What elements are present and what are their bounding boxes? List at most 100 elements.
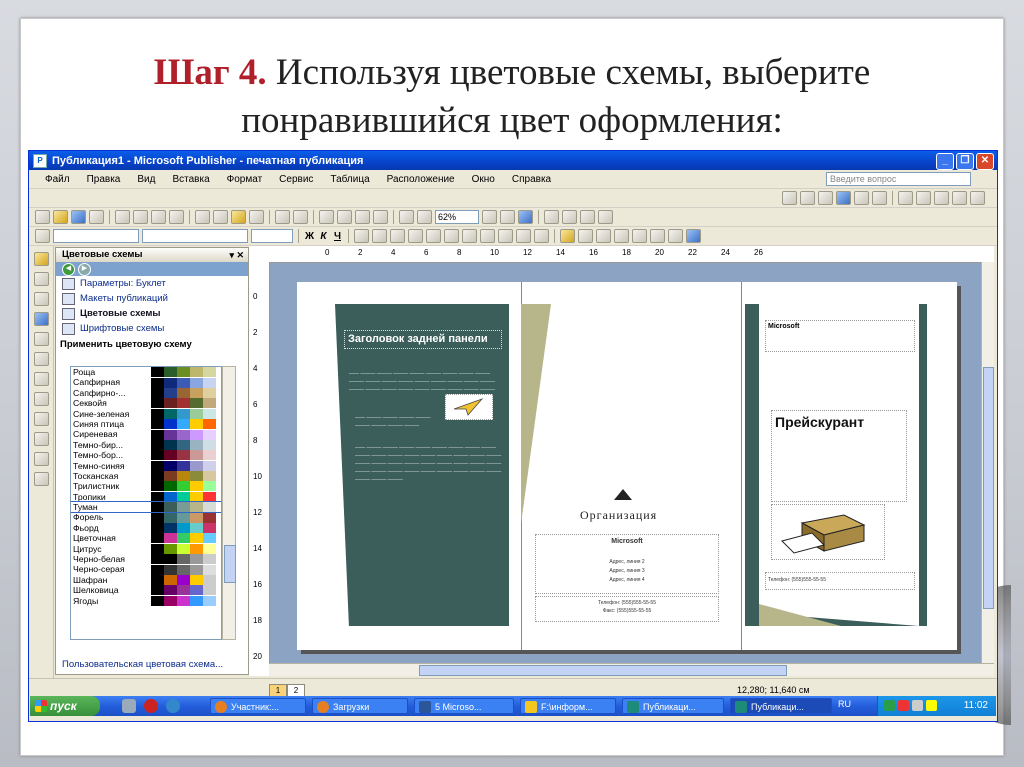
desktop-icon[interactable] [122,699,136,713]
styles-icon[interactable] [35,229,50,243]
menu-item-8[interactable]: Окно [472,174,495,185]
send-back-icon[interactable] [337,210,352,224]
color-scheme-item[interactable]: Ягоды [71,596,221,606]
picture-tool-icon[interactable] [33,332,49,346]
select-tool-icon[interactable] [33,252,49,266]
scheme-list-scrollbar[interactable] [222,366,236,640]
menu-item-9[interactable]: Справка [512,174,551,185]
color-scheme-item[interactable]: Сапфирно-... [71,388,221,398]
menu-item-4[interactable]: Формат [227,174,263,185]
font-color-icon[interactable] [872,191,887,205]
horizontal-scrollbar[interactable] [269,663,994,676]
menu-item-5[interactable]: Сервис [279,174,313,185]
unlink-icon[interactable] [562,210,577,224]
network-icon[interactable] [884,700,895,711]
pane-link-1[interactable]: Макеты публикаций [56,291,248,306]
text-color-icon[interactable] [596,229,611,243]
task-publisher-2[interactable]: Публикаци... [730,698,832,714]
help-search-input[interactable]: Введите вопрос [826,172,971,186]
back-icon[interactable]: ◀ [62,262,75,276]
color-scheme-item[interactable]: Секвойя [71,398,221,409]
help-icon[interactable] [518,210,533,224]
contact-frame[interactable]: Телефон: (555)555-55-55 Факс: (555)555-5… [535,596,719,622]
open-icon[interactable] [53,210,68,224]
color-scheme-item[interactable]: Цитрус [71,544,221,554]
color-scheme-item[interactable]: Темно-синяя [71,461,221,471]
volume-icon[interactable] [912,700,923,711]
arrow-tool-icon[interactable] [33,372,49,386]
cut-icon[interactable] [195,210,210,224]
task-word[interactable]: 5 Microso... [414,698,514,714]
task-firefox-2[interactable]: Загрузки [312,698,408,714]
copy-icon[interactable] [213,210,228,224]
back-panel-title[interactable]: Заголовок задней панели [344,330,502,349]
research-icon[interactable] [169,210,184,224]
justify-icon[interactable] [408,229,423,243]
color-scheme-item[interactable]: Темно-бор... [71,450,221,461]
shadow-style-icon[interactable] [668,229,683,243]
zoom-in-icon[interactable] [500,210,515,224]
line-style-icon[interactable] [898,191,913,205]
minimize-button[interactable]: _ [936,153,954,170]
distribute-icon[interactable] [426,229,441,243]
preview-icon[interactable] [133,210,148,224]
menu-item-6[interactable]: Таблица [330,174,369,185]
new-icon[interactable] [35,210,50,224]
front-org-frame[interactable]: Microsoft [765,320,915,352]
print-icon[interactable] [115,210,130,224]
organization-name[interactable]: Организация [580,508,657,523]
menu-item-0[interactable]: Файл [45,174,70,185]
antivirus-icon[interactable] [898,700,909,711]
color-scheme-item[interactable]: Черно-белая [71,554,221,565]
color-scheme-item[interactable]: Шелковица [71,585,221,596]
color-scheme-item[interactable]: Тосканская [71,471,221,482]
color-scheme-item[interactable]: Цветочная [71,533,221,544]
bring-front-icon[interactable] [319,210,334,224]
task-pane-close-icon[interactable]: ▾ ✕ [229,248,244,262]
numbering-icon[interactable] [444,229,459,243]
decrease-indent-icon[interactable] [480,229,495,243]
line-color-icon[interactable] [854,191,869,205]
text-tool-icon[interactable] [33,272,49,286]
color-scheme-item[interactable]: Синяя птица [71,419,221,430]
pilcrow-icon[interactable] [417,210,432,224]
menu-item-2[interactable]: Вид [137,174,155,185]
fill-icon[interactable] [836,191,851,205]
pane-link-2[interactable]: Цветовые схемы [56,306,248,321]
back-panel-text[interactable]: —— ——— ——— ——— ——— ——— ——— ——— ——— ——— —… [349,370,499,394]
save-icon[interactable] [71,210,86,224]
color-scheme-item[interactable]: Трилистник [71,481,221,492]
menu-item-1[interactable]: Правка [87,174,121,185]
undo-icon[interactable] [275,210,290,224]
columns-icon[interactable] [399,210,414,224]
menu-item-3[interactable]: Вставка [172,174,209,185]
insert-table-icon[interactable] [355,210,370,224]
oval-icon[interactable] [818,191,833,205]
color-scheme-item[interactable]: Сапфирная [71,377,221,388]
design-gallery-icon[interactable] [33,472,49,486]
zoom-select[interactable]: 62% [435,210,479,224]
color-scheme-item[interactable]: Сине-зеленая [71,409,221,419]
shadow-icon[interactable] [952,191,967,205]
italic-icon[interactable]: К [318,231,329,242]
3d-style-icon[interactable] [686,229,701,243]
hotspot-tool-icon[interactable] [33,452,49,466]
security-icon[interactable] [926,700,937,711]
style-select[interactable] [53,229,139,243]
table-tool-icon[interactable] [33,292,49,306]
align-center-icon[interactable] [372,229,387,243]
color-scheme-item[interactable]: Фьорд [71,523,221,534]
fill-color-icon[interactable] [560,229,575,243]
font-select[interactable] [142,229,248,243]
bold-icon[interactable]: Ж [304,231,315,242]
color-scheme-item[interactable]: Черно-серая [71,564,221,575]
wordart-tool-icon[interactable] [33,312,49,326]
custom-scheme-link[interactable]: Пользовательская цветовая схема... [62,659,223,670]
color-scheme-item[interactable]: Форель [71,512,221,523]
line-tool-icon[interactable] [33,352,49,366]
text-box-icon[interactable] [580,210,595,224]
align-right-icon[interactable] [390,229,405,243]
underline-icon[interactable]: Ч [332,231,343,242]
font-larger-icon[interactable] [516,229,531,243]
align-left-icon[interactable] [354,229,369,243]
